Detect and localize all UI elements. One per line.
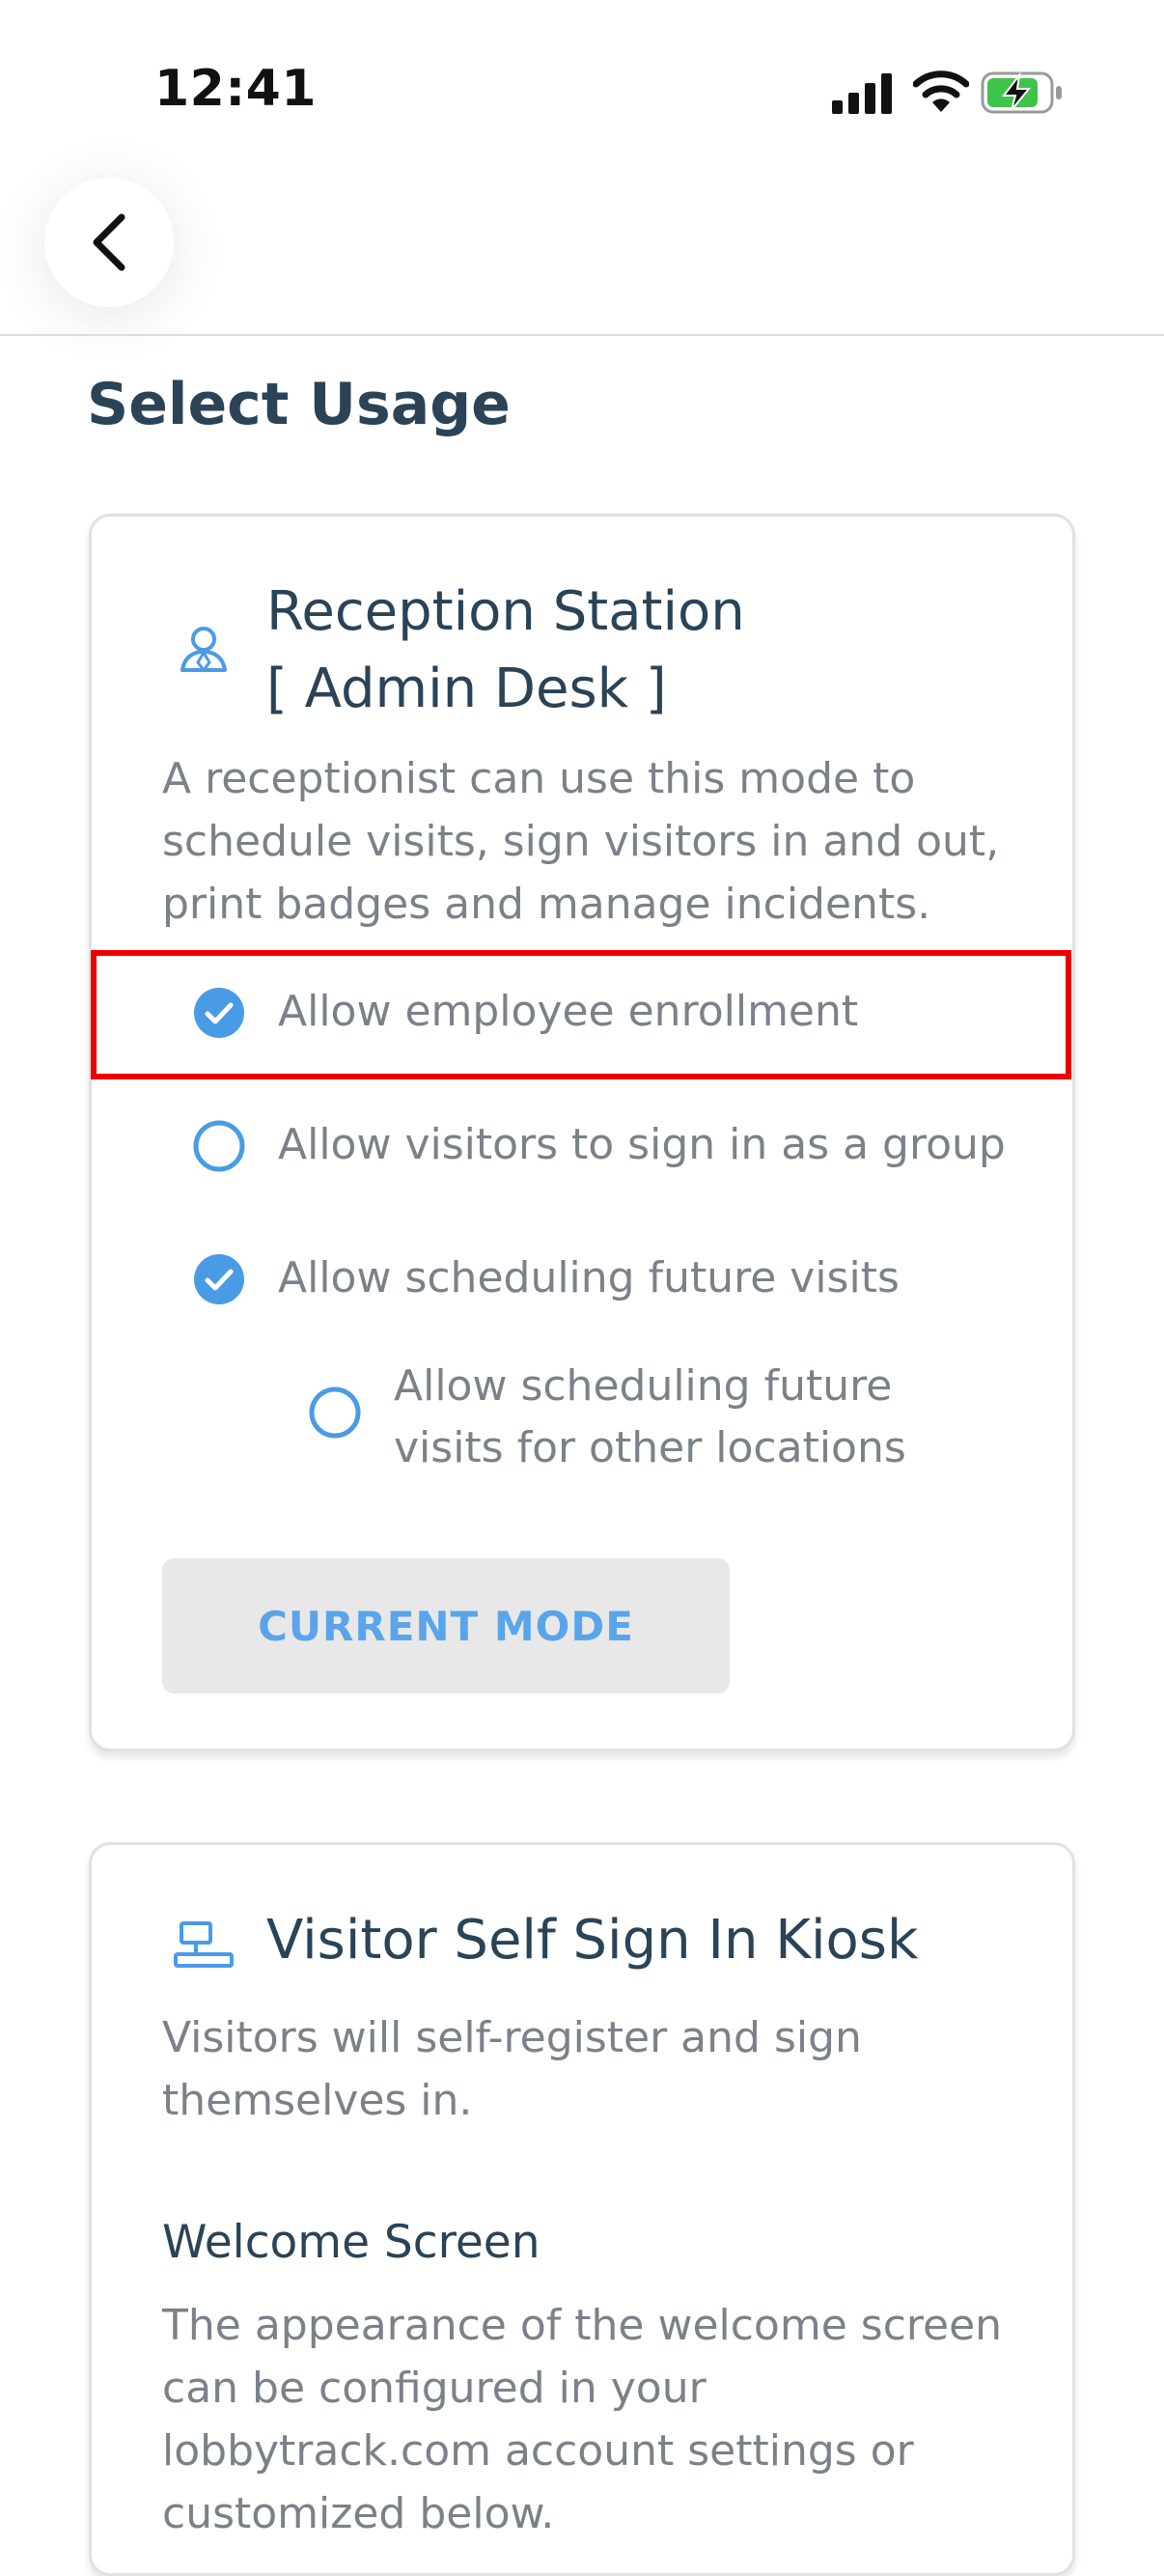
option-group-sign-in[interactable]: Allow visitors to sign in as a group (278, 1114, 1006, 1176)
chevron-left-icon (93, 213, 125, 271)
option-future-visits[interactable]: Allow scheduling future visits (278, 1247, 900, 1309)
welcome-screen-heading: Welcome Screen (162, 2216, 540, 2269)
header-divider (0, 334, 1164, 336)
welcome-line3: lobbytrack.com account settings or (162, 2426, 914, 2476)
radio-empty-icon[interactable] (309, 1386, 361, 1439)
welcome-line1: The appearance of the welcome screen (162, 2301, 1003, 2350)
back-button[interactable] (44, 178, 174, 307)
current-mode-button[interactable]: CURRENT MODE (162, 1558, 730, 1694)
status-time: 12:41 (154, 60, 318, 118)
welcome-line4: customized below. (162, 2489, 555, 2538)
page-title: Select Usage (87, 371, 511, 438)
check-circle-icon[interactable] (193, 1253, 245, 1305)
reception-title-line2: [ Admin Desk ] (266, 658, 667, 720)
sub-option-line1[interactable]: Allow scheduling future (394, 1356, 892, 1417)
battery-charging-icon (981, 71, 1062, 114)
reception-desc-line3: print badges and manage incidents. (162, 880, 931, 929)
kiosk-desc-line1: Visitors will self-register and sign (162, 2013, 862, 2062)
cellular-signal-icon (832, 73, 892, 114)
kiosk-title: Visitor Self Sign In Kiosk (266, 1909, 919, 1972)
highlight-box (91, 950, 1071, 1079)
receptionist-icon (180, 627, 227, 673)
kiosk-icon (174, 1921, 234, 1968)
radio-empty-icon[interactable] (193, 1120, 245, 1172)
wifi-icon (913, 70, 969, 112)
sub-option-line2[interactable]: visits for other locations (394, 1417, 906, 1479)
reception-desc-line2: schedule visits, sign visitors in and ou… (162, 817, 1000, 866)
kiosk-desc-line2: themselves in. (162, 2076, 473, 2125)
welcome-line2: can be configured in your (162, 2364, 707, 2413)
reception-title-line1: Reception Station (266, 580, 745, 643)
reception-desc-line1: A receptionist can use this mode to (162, 754, 916, 803)
